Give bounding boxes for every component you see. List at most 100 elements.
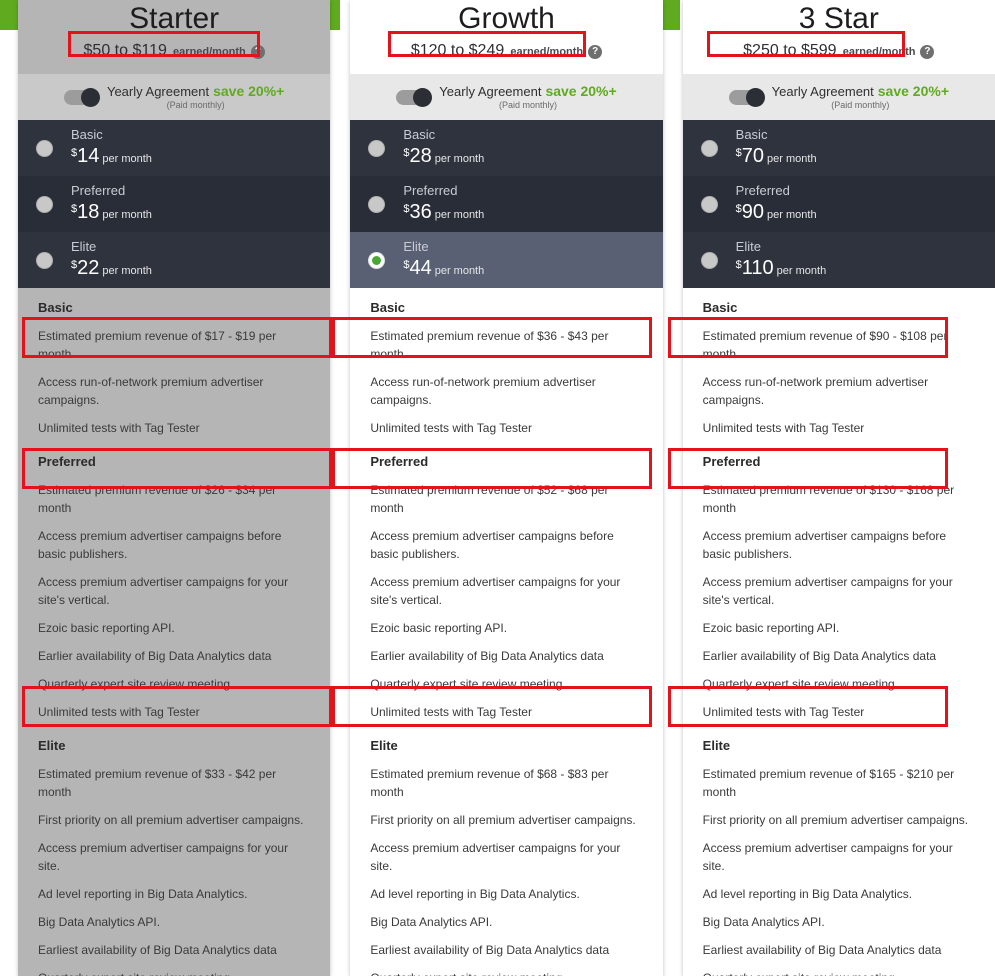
- feature-item: Access run-of-network premium advertiser…: [370, 375, 596, 407]
- tier-info: Preferred $90 per month: [736, 183, 817, 225]
- feature-section-heading: Basic: [702, 300, 738, 315]
- feature-item: Earliest availability of Big Data Analyt…: [702, 943, 942, 957]
- tier-radio-elite[interactable]: [36, 251, 53, 269]
- tier-price-value: 22: [77, 257, 100, 279]
- feature-item: Unlimited tests with Tag Tester: [702, 421, 865, 435]
- tier-name: Preferred: [403, 183, 458, 198]
- tier-row-basic[interactable]: Basic $14 per month: [18, 120, 331, 176]
- feature-item: Access premium advertiser campaigns befo…: [38, 529, 282, 561]
- tier-name: Elite: [71, 239, 97, 254]
- plan-column-star: 3 Star $250 to $599 earned/month? Yearly A…: [682, 0, 995, 976]
- per-month-label: per month: [434, 265, 485, 277]
- feature-item: First priority on all premium advertiser…: [38, 813, 304, 827]
- tier-price: $110 per month: [736, 255, 827, 281]
- tier-price: $36 per month: [403, 199, 484, 225]
- per-month-label: per month: [434, 153, 485, 165]
- help-icon[interactable]: ?: [250, 45, 265, 59]
- feature-item: Access run-of-network premium advertiser…: [702, 375, 929, 407]
- tier-radio-elite[interactable]: [700, 251, 718, 269]
- paid-monthly-note: (Paid monthly): [831, 100, 890, 110]
- feature-section-heading: Elite: [702, 738, 731, 753]
- tier-row-preferred[interactable]: Preferred $36 per month: [350, 176, 663, 232]
- tier-radio-basic[interactable]: [36, 139, 53, 157]
- tier-row-preferred[interactable]: Preferred $18 per month: [18, 176, 331, 232]
- yearly-save-badge: save 20%+: [877, 83, 949, 99]
- tier-radio-preferred[interactable]: [36, 195, 53, 213]
- earned-range-row: $50 to $119 earned/month?: [18, 42, 330, 74]
- tier-selector-growth: Basic $28 per month Preferred $36 per month El…: [350, 120, 663, 288]
- feature-item: Access premium advertiser campaigns for …: [370, 575, 621, 607]
- estimated-revenue-text: Estimated premium revenue of $68 - $83 p…: [370, 767, 609, 799]
- feature-item: Earlier availability of Big Data Analyti…: [702, 649, 937, 663]
- estimated-revenue-text: Estimated premium revenue of $52 - $68 p…: [370, 483, 609, 515]
- tier-row-elite[interactable]: Elite $110 per month: [682, 232, 995, 288]
- per-month-label: per month: [767, 153, 817, 165]
- tier-radio-basic[interactable]: [368, 139, 386, 157]
- pricing-comparison-board: Starter $50 to $119 earned/month? Yearly A…: [0, 0, 995, 976]
- yearly-agreement-toggle[interactable]: [63, 88, 100, 107]
- earned-range-row: $250 to $599 earned/month?: [683, 42, 995, 74]
- tier-row-elite[interactable]: Elite $44 per month: [350, 232, 663, 288]
- help-icon[interactable]: ?: [588, 45, 603, 59]
- tier-row-basic[interactable]: Basic $70 per month: [682, 120, 995, 176]
- feature-item: Quarterly expert site review meeting.: [683, 964, 995, 976]
- estimated-revenue-text: Estimated premium revenue of $165 - $210…: [702, 767, 955, 799]
- tier-radio-elite[interactable]: [368, 251, 386, 269]
- help-icon[interactable]: ?: [920, 45, 935, 59]
- tier-price-value: 14: [77, 145, 100, 167]
- tier-price: $44 per month: [403, 255, 484, 281]
- earned-range-line: $250 to $599 earned/month?: [743, 42, 935, 60]
- tier-price-value: 90: [741, 201, 765, 223]
- tier-info: Preferred $36 per month: [403, 183, 484, 225]
- earned-range-value: $50 to $119: [83, 42, 167, 59]
- tier-price: $18 per month: [71, 199, 152, 225]
- feature-item: Ad level reporting in Big Data Analytics…: [38, 887, 248, 901]
- yearly-agreement-toggle[interactable]: [396, 88, 433, 107]
- earned-range-suffix: earned/month: [510, 46, 584, 58]
- feature-item: Quarterly expert site review meeting.: [38, 677, 234, 691]
- toggle-knob: [80, 88, 100, 107]
- feature-item: Access premium advertiser campaigns befo…: [702, 529, 947, 561]
- earned-range-suffix: earned/month: [173, 46, 246, 58]
- feature-item: Earlier availability of Big Data Analyti…: [370, 649, 604, 663]
- tier-radio-preferred[interactable]: [700, 195, 718, 213]
- tier-info: Preferred $18 per month: [71, 183, 152, 225]
- feature-item: Unlimited tests with Tag Tester: [370, 421, 532, 435]
- yearly-agreement-row[interactable]: Yearly Agreement save 20%+ (Paid monthly): [18, 74, 331, 120]
- paid-monthly-note: (Paid monthly): [166, 100, 225, 110]
- toggle-knob: [413, 88, 433, 107]
- tier-name: Elite: [403, 239, 429, 254]
- estimated-revenue-text: Estimated premium revenue of $130 - $168…: [702, 483, 955, 515]
- estimated-revenue-text: Estimated premium revenue of $26 - $34 p…: [38, 483, 277, 515]
- tier-radio-basic[interactable]: [700, 139, 718, 157]
- feature-item: Access premium advertiser campaigns befo…: [370, 529, 614, 561]
- tier-radio-preferred[interactable]: [368, 195, 386, 213]
- feature-list-growth: Basic Estimated premium revenue of $36 - …: [350, 288, 662, 976]
- feature-item: Unlimited tests with Tag Tester: [38, 421, 200, 435]
- earned-range-line: $50 to $119 earned/month?: [84, 42, 265, 60]
- feature-item: Quarterly expert site review meeting.: [18, 964, 330, 976]
- yearly-agreement-toggle[interactable]: [728, 88, 765, 107]
- tier-row-elite[interactable]: Elite $22 per month: [18, 232, 331, 288]
- tier-info: Elite $110 per month: [736, 239, 827, 281]
- tier-price: $22 per month: [71, 255, 152, 281]
- feature-item: Ezoic basic reporting API.: [370, 621, 508, 635]
- tier-row-preferred[interactable]: Preferred $90 per month: [682, 176, 995, 232]
- tier-row-basic[interactable]: Basic $28 per month: [350, 120, 663, 176]
- earned-range-row: $120 to $249 earned/month?: [350, 42, 662, 74]
- tier-price-value: 110: [741, 257, 774, 279]
- yearly-agreement-label-line: Yearly Agreement save 20%+: [107, 84, 284, 99]
- tier-name: Basic: [735, 127, 768, 142]
- yearly-agreement-row[interactable]: Yearly Agreement save 20%+ (Paid monthly): [682, 74, 995, 120]
- yearly-agreement-row[interactable]: Yearly Agreement save 20%+ (Paid monthly): [350, 74, 663, 120]
- earned-range-suffix: earned/month: [842, 46, 916, 58]
- tier-info: Elite $22 per month: [71, 239, 152, 281]
- tier-selector-star: Basic $70 per month Preferred $90 per month El…: [682, 120, 995, 288]
- tier-price-value: 44: [409, 257, 432, 279]
- yearly-agreement-label: Yearly Agreement: [771, 84, 874, 99]
- yearly-agreement-label: Yearly Agreement: [106, 84, 210, 99]
- tier-info: Elite $44 per month: [403, 239, 484, 281]
- yearly-save-badge: save 20%+: [545, 83, 617, 99]
- yearly-agreement-label-line: Yearly Agreement save 20%+: [439, 84, 616, 99]
- plan-title: Starter: [129, 2, 220, 35]
